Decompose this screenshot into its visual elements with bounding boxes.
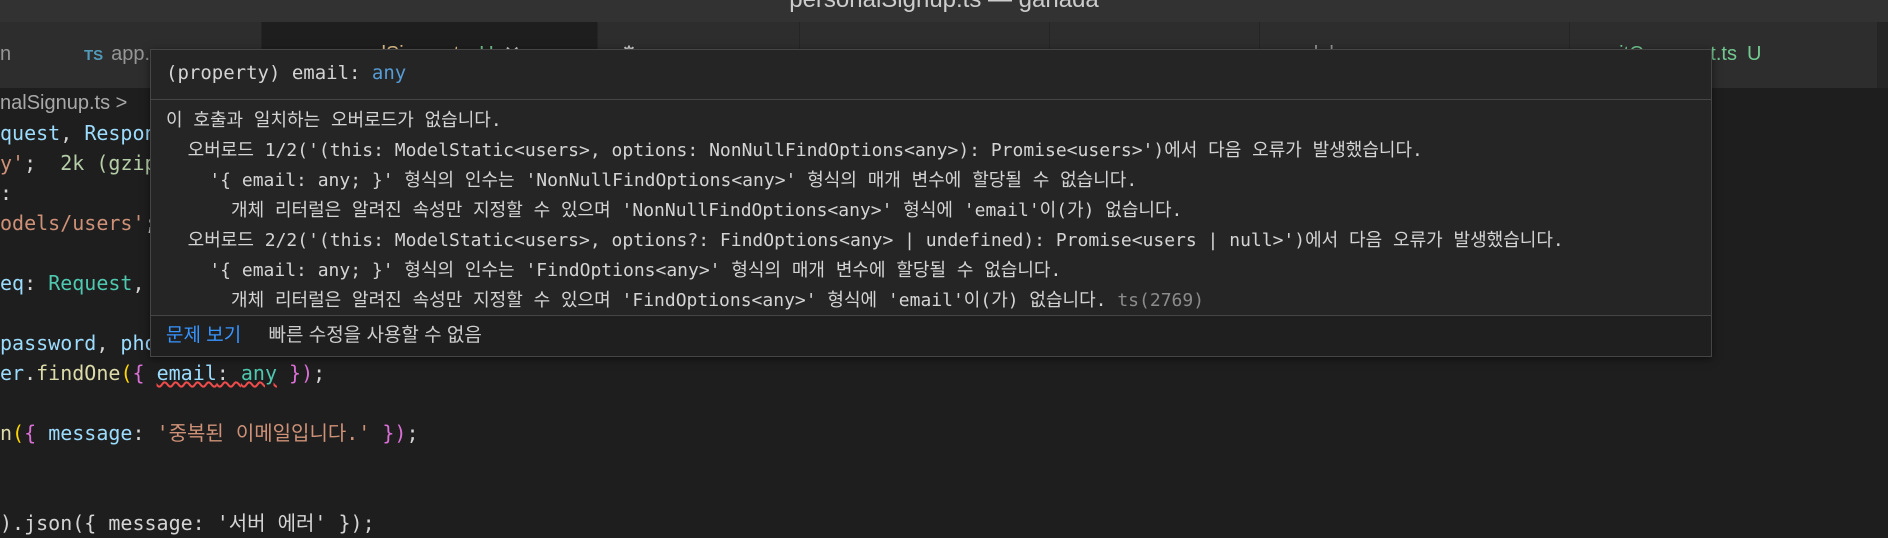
hover-actions: 문제 보기 빠른 수정을 사용할 수 없음 [151, 315, 1711, 356]
code-line: y'; 2k (gzip [0, 151, 157, 175]
breadcrumb: nalSignup.ts > [0, 88, 127, 118]
code-line: quest, Respon [0, 121, 157, 145]
error-code: ts(2769) [1117, 290, 1205, 311]
code-line: : [0, 181, 13, 205]
error-line: '{ email: any; }' 형식의 인수는 'NonNullFindOp… [166, 170, 1138, 191]
error-line: 오버로드 1/2('(this: ModelStatic<users>, opt… [166, 140, 1423, 161]
chevron-right-icon: > [115, 92, 128, 114]
code-line: er.findOne({ email: any }); [0, 361, 326, 385]
code-line: eq: Request, [0, 271, 145, 295]
view-problem-link[interactable]: 문제 보기 [166, 325, 241, 346]
error-line: 이 호출과 일치하는 오버로드가 없습니다. [166, 110, 502, 131]
error-line: 오버로드 2/2('(this: ModelStatic<users>, opt… [166, 230, 1564, 251]
breadcrumb-file[interactable]: nalSignup.ts [0, 92, 110, 114]
code-line: ).json({ message: '서버 에러' }); [0, 511, 375, 535]
code-line: n({ message: '중복된 이메일입니다.' }); [0, 421, 419, 445]
code-line: odels/users'; [0, 211, 157, 235]
error-line-last: 개체 리터럴은 알려진 속성만 지정할 수 있으며 'FindOptions<a… [166, 290, 1205, 311]
error-squiggle[interactable]: email: any [157, 361, 277, 385]
tab-unknown-1[interactable]: n [0, 22, 59, 88]
error-message: 이 호출과 일치하는 오버로드가 없습니다. 오버로드 1/2('(this: … [166, 106, 1701, 316]
import-cost-hint: 2k (gzip [60, 151, 157, 175]
error-line: '{ email: any; }' 형식의 인수는 'FindOptions<a… [166, 260, 1062, 281]
code-line: password, pho [0, 331, 157, 355]
title-bar: personalSignup.ts — ganada [0, 0, 1888, 22]
error-line: 개체 리터럴은 알려진 속성만 지정할 수 있으며 'NonNullFindOp… [166, 200, 1183, 221]
hover-tooltip: (property) email: any 이 호출과 일치하는 오버로드가 없… [150, 49, 1712, 357]
window-title: personalSignup.ts — ganada [0, 0, 1888, 14]
typescript-file-icon: TS [84, 47, 104, 64]
hover-signature: (property) email: any [151, 50, 1711, 100]
no-quick-fix-label: 빠른 수정을 사용할 수 없음 [268, 325, 482, 346]
git-untracked-badge: U [1746, 43, 1762, 65]
